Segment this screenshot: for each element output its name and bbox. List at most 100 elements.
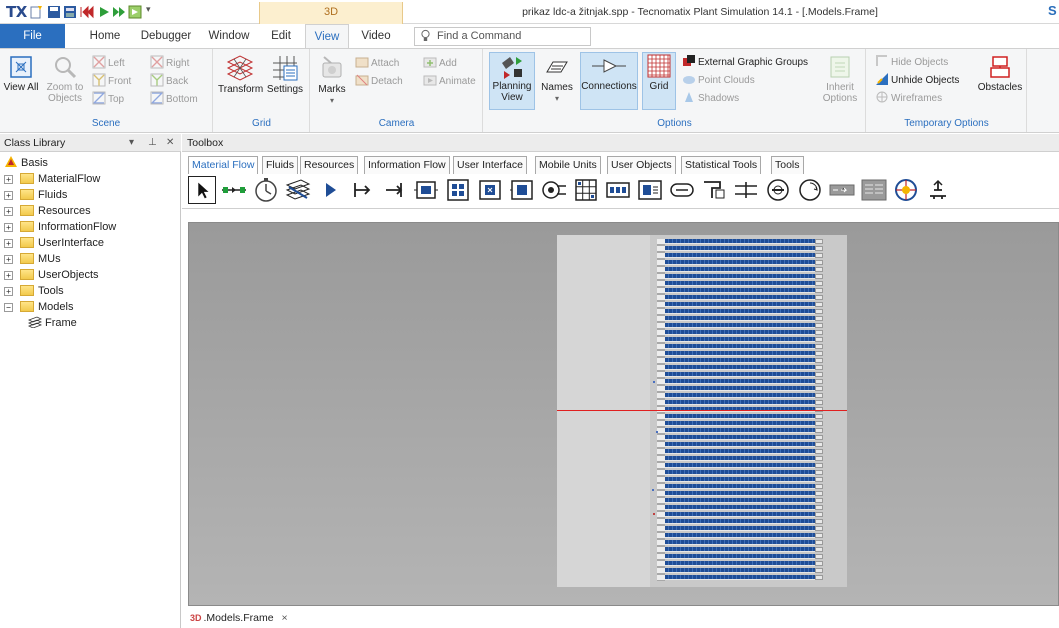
sorter-icon[interactable] <box>700 176 728 204</box>
tab-edit[interactable]: Edit <box>261 24 301 48</box>
obstacles-button[interactable]: Obstacles <box>977 54 1023 93</box>
view-front-button[interactable]: Front <box>92 73 131 89</box>
angular-converter-icon[interactable] <box>764 176 792 204</box>
document-tab-models-frame[interactable]: 3D .Models.Frame × <box>190 610 288 627</box>
toolbox-tab-material-flow[interactable]: Material Flow <box>188 156 259 174</box>
names-button[interactable]: Names ▾ <box>539 54 575 104</box>
toolbox-tab-mobile-units[interactable]: Mobile Units <box>535 156 601 174</box>
expand-icon[interactable]: + <box>4 223 13 232</box>
view-right-button[interactable]: Right <box>150 55 189 71</box>
dismantle-icon[interactable] <box>508 176 536 204</box>
find-command-input[interactable]: Find a Command <box>414 27 591 46</box>
line-icon[interactable] <box>732 176 760 204</box>
tab-home[interactable]: Home <box>80 24 130 48</box>
tree-item-informationflow[interactable]: + InformationFlow <box>0 219 181 235</box>
toolbox-tab-statistical-tools[interactable]: Statistical Tools <box>681 156 762 174</box>
camera-add-button[interactable]: Add <box>423 55 457 71</box>
expand-icon[interactable]: + <box>4 271 13 280</box>
turntable-icon[interactable] <box>796 176 824 204</box>
speed-icon[interactable] <box>128 5 142 19</box>
expand-icon[interactable]: + <box>4 255 13 264</box>
track-icon[interactable] <box>860 176 888 204</box>
document-tab-close-icon[interactable]: × <box>282 612 288 624</box>
grid-toggle-button[interactable]: Grid <box>642 52 676 110</box>
marks-button[interactable]: Marks ▾ <box>315 54 349 106</box>
transform-button[interactable]: Transform <box>218 54 263 95</box>
panel-close-icon[interactable]: ✕ <box>166 134 174 152</box>
view-bottom-button[interactable]: Bottom <box>150 91 198 107</box>
tree-item-mus[interactable]: + MUs <box>0 251 181 267</box>
turnplate-icon[interactable] <box>828 176 856 204</box>
marks-dropdown-icon[interactable]: ▾ <box>315 95 349 106</box>
view-all-button[interactable]: View All <box>3 54 39 93</box>
connections-button[interactable]: Connections <box>580 52 638 110</box>
toolbox-tab-tools[interactable]: Tools <box>771 156 804 174</box>
tree-item-userinterface[interactable]: + UserInterface <box>0 235 181 251</box>
drain-icon[interactable] <box>380 176 408 204</box>
shift-icon[interactable] <box>540 176 568 204</box>
planning-view-button[interactable]: Planning View <box>489 52 535 110</box>
shadows-button[interactable]: Shadows <box>682 90 739 106</box>
expand-icon[interactable]: + <box>4 239 13 248</box>
two-lane-track-icon[interactable] <box>892 176 920 204</box>
cycle-icon[interactable] <box>604 176 632 204</box>
tree-item-tools[interactable]: + Tools <box>0 283 181 299</box>
save-all-icon[interactable] <box>63 5 77 19</box>
store-icon[interactable] <box>572 176 600 204</box>
external-graphic-groups-button[interactable]: External Graphic Groups <box>682 54 808 70</box>
expand-icon[interactable]: + <box>4 175 13 184</box>
toolbox-tab-resources[interactable]: Resources <box>300 156 359 174</box>
fast-forward-icon[interactable] <box>112 5 126 19</box>
collapse-icon[interactable]: − <box>4 303 13 312</box>
pointer-icon[interactable] <box>188 176 216 204</box>
zoom-to-objects-button[interactable]: Zoom to Objects <box>40 54 90 104</box>
unhide-objects-button[interactable]: Unhide Objects <box>875 72 959 88</box>
3d-viewport[interactable] <box>188 222 1059 606</box>
view-left-button[interactable]: Left <box>92 55 125 71</box>
expand-icon[interactable]: + <box>4 207 13 216</box>
wireframes-button[interactable]: Wireframes <box>875 90 942 106</box>
grid-settings-button[interactable]: Settings <box>263 54 307 95</box>
parallel-proc-icon[interactable] <box>444 176 472 204</box>
event-controller-icon[interactable] <box>252 176 280 204</box>
panel-dropdown-icon[interactable]: ▾ <box>129 134 134 152</box>
toolbox-tab-fluids[interactable]: Fluids <box>262 156 299 174</box>
camera-animate-button[interactable]: Animate <box>423 73 476 89</box>
single-proc-icon[interactable] <box>412 176 440 204</box>
buffer-icon[interactable] <box>668 176 696 204</box>
tab-view[interactable]: View <box>305 24 349 49</box>
tab-debugger[interactable]: Debugger <box>133 24 199 48</box>
point-clouds-button[interactable]: Point Clouds <box>682 72 755 88</box>
pin-icon[interactable]: ⊥ <box>148 134 157 152</box>
expand-icon[interactable]: + <box>4 287 13 296</box>
expand-icon[interactable]: + <box>4 191 13 200</box>
assembly-icon[interactable] <box>476 176 504 204</box>
camera-attach-button[interactable]: Attach <box>355 55 399 71</box>
generator-icon[interactable] <box>636 176 664 204</box>
tab-video[interactable]: Video <box>353 24 399 48</box>
frame-icon[interactable] <box>284 176 312 204</box>
camera-detach-button[interactable]: Detach <box>355 73 403 89</box>
toolbox-tab-user-objects[interactable]: User Objects <box>607 156 676 174</box>
view-top-button[interactable]: Top <box>92 91 124 107</box>
source-icon[interactable] <box>348 176 376 204</box>
reset-icon[interactable] <box>80 5 94 19</box>
quick-access-dropdown-icon[interactable]: ▾ <box>146 4 160 18</box>
tree-item-materialflow[interactable]: + MaterialFlow <box>0 171 181 187</box>
tree-item-basis[interactable]: Basis <box>4 155 48 171</box>
tree-item-frame[interactable]: Frame <box>28 315 77 331</box>
tree-item-userobjects[interactable]: + UserObjects <box>0 267 181 283</box>
toolbox-tab-user-interface[interactable]: User Interface <box>453 156 527 174</box>
file-tab[interactable]: File <box>0 24 65 48</box>
interface-icon[interactable] <box>316 176 344 204</box>
hide-objects-button[interactable]: Hide Objects <box>875 54 948 70</box>
save-icon[interactable] <box>47 5 61 19</box>
start-icon[interactable] <box>97 5 111 19</box>
names-dropdown-icon[interactable]: ▾ <box>539 93 575 104</box>
tree-item-resources[interactable]: + Resources <box>0 203 181 219</box>
toolbox-tab-information-flow[interactable]: Information Flow <box>364 156 450 174</box>
tab-window[interactable]: Window <box>202 24 256 48</box>
inherit-options-button[interactable]: Inherit Options <box>818 54 862 104</box>
tree-item-fluids[interactable]: + Fluids <box>0 187 181 203</box>
transfer-station-icon[interactable] <box>924 176 952 204</box>
